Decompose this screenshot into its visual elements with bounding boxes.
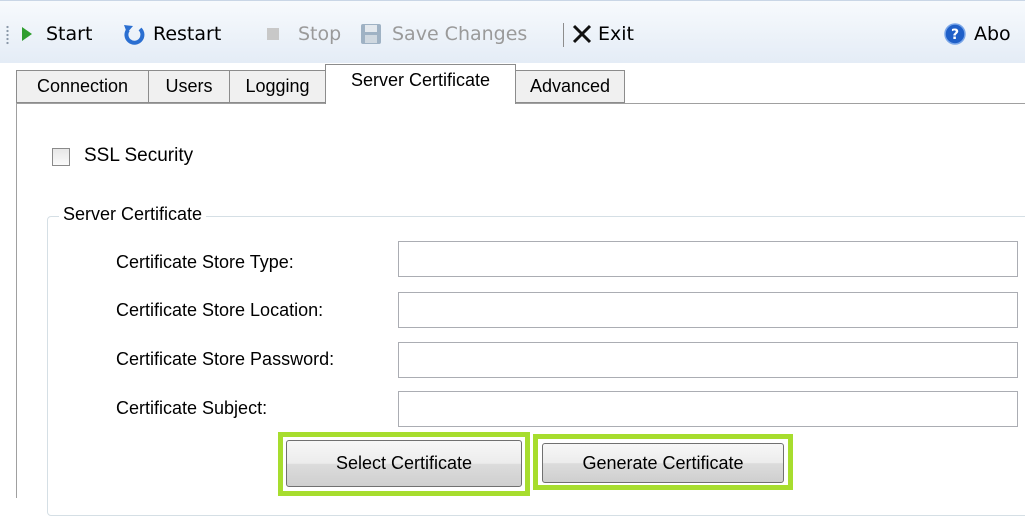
about-label: Abo bbox=[974, 23, 1011, 45]
toolbar-grip[interactable] bbox=[6, 25, 9, 45]
tab-label: Server Certificate bbox=[350, 70, 491, 90]
toolbar: Start Restart Stop Save Changes Exit ? A… bbox=[0, 0, 1025, 63]
tab-strip: Connection Users Logging Server Certific… bbox=[0, 62, 1025, 104]
tab-users[interactable]: Users bbox=[148, 70, 230, 103]
save-changes-label: Save Changes bbox=[392, 23, 528, 45]
tab-label: Logging bbox=[245, 76, 310, 96]
save-changes-button[interactable]: Save Changes bbox=[360, 19, 527, 49]
tab-logging[interactable]: Logging bbox=[229, 70, 326, 103]
generate-certificate-button[interactable]: Generate Certificate bbox=[542, 443, 784, 483]
store-password-label: Certificate Store Password: bbox=[116, 349, 335, 369]
tab-label: Advanced bbox=[529, 76, 611, 96]
exit-label: Exit bbox=[598, 23, 634, 45]
start-button[interactable]: Start bbox=[20, 19, 92, 49]
tab-server-certificate[interactable]: Server Certificate bbox=[325, 64, 516, 104]
stop-button[interactable]: Stop bbox=[266, 19, 341, 49]
ssl-security-label: SSL Security bbox=[84, 145, 194, 166]
help-icon: ? bbox=[944, 23, 966, 45]
select-certificate-button[interactable]: Select Certificate bbox=[286, 440, 522, 487]
certificate-subject-label: Certificate Subject: bbox=[116, 398, 268, 418]
tab-label: Users bbox=[165, 76, 213, 96]
tab-connection[interactable]: Connection bbox=[16, 70, 149, 103]
store-location-input[interactable] bbox=[398, 292, 1018, 328]
certificate-subject-input[interactable] bbox=[398, 391, 1018, 427]
store-password-input[interactable] bbox=[398, 342, 1018, 378]
restart-button[interactable]: Restart bbox=[122, 19, 221, 49]
save-icon bbox=[361, 24, 381, 44]
tab-advanced[interactable]: Advanced bbox=[515, 70, 625, 103]
stop-icon bbox=[267, 28, 279, 40]
ssl-security-checkbox[interactable] bbox=[52, 148, 70, 166]
exit-button[interactable]: Exit bbox=[572, 19, 634, 49]
close-icon bbox=[572, 24, 592, 44]
store-type-label: Certificate Store Type: bbox=[116, 252, 294, 272]
tab-label: Connection bbox=[36, 76, 129, 96]
start-label: Start bbox=[46, 23, 93, 45]
toolbar-separator bbox=[563, 23, 564, 47]
store-location-label: Certificate Store Location: bbox=[116, 300, 324, 320]
store-type-input[interactable] bbox=[398, 241, 1018, 277]
play-icon bbox=[22, 27, 32, 41]
stop-label: Stop bbox=[298, 23, 342, 45]
group-title: Server Certificate bbox=[59, 204, 207, 225]
about-button[interactable]: ? Abo bbox=[944, 19, 1011, 49]
svg-text:?: ? bbox=[951, 27, 959, 43]
restart-icon bbox=[124, 25, 145, 45]
restart-label: Restart bbox=[153, 23, 222, 45]
